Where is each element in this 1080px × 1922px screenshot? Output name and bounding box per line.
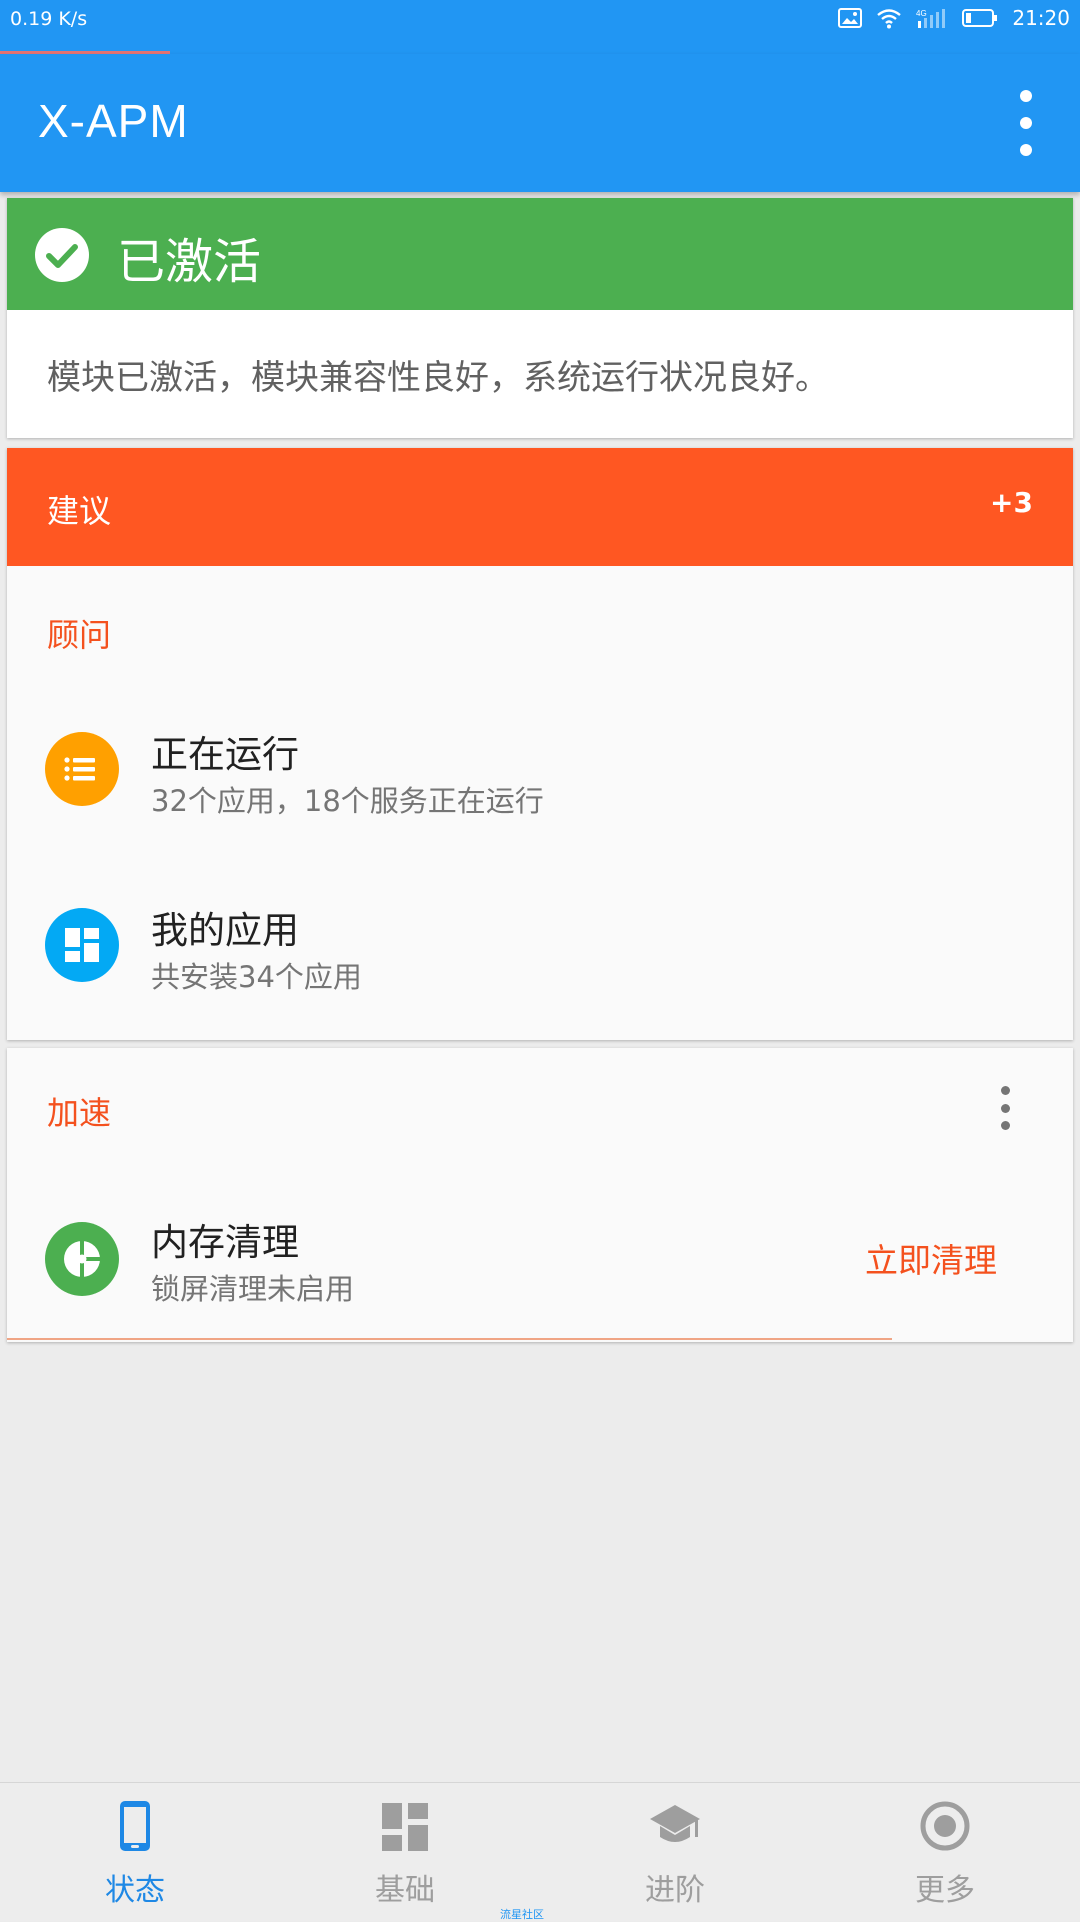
- list-item-subtitle: 32个应用，18个服务正在运行: [151, 784, 544, 818]
- list-item-subtitle: 共安装34个应用: [151, 960, 362, 994]
- tab-label: 进阶: [645, 1873, 705, 1908]
- tab-status[interactable]: 状态: [0, 1783, 270, 1921]
- suggestion-header[interactable]: 建议 +3: [7, 448, 1073, 566]
- speedup-card: 加速 内存清理 锁屏清理未启用 立即清理: [7, 1048, 1073, 1342]
- list-item-title: 正在运行: [151, 733, 299, 776]
- tab-label: 基础: [375, 1873, 435, 1908]
- app-bar: X-APM: [0, 54, 1080, 192]
- status-bar: 0.19 K/s 4G 21:20: [0, 0, 1080, 54]
- speedup-section-title: 加速: [47, 1094, 112, 1132]
- tab-basic[interactable]: 基础: [270, 1783, 540, 1921]
- image-icon: [838, 8, 863, 28]
- suggestion-card: 建议 +3 顾问 正在运行 32个应用，18个服务正在运行 我的应用 共安装34…: [7, 448, 1073, 1040]
- signal-icon: 4G: [916, 9, 946, 28]
- status-header: 已激活: [7, 198, 1073, 310]
- list-item-title: 我的应用: [151, 909, 299, 952]
- more-vert-icon[interactable]: [1002, 90, 1050, 156]
- list-item-running[interactable]: 正在运行 32个应用，18个服务正在运行: [7, 698, 1073, 838]
- tab-advanced[interactable]: 进阶: [540, 1783, 810, 1921]
- more-vert-icon[interactable]: [995, 1086, 1015, 1130]
- battery-icon: [962, 9, 998, 27]
- list-item-my-apps[interactable]: 我的应用 共安装34个应用: [7, 874, 1073, 1014]
- suggestion-title: 建议: [47, 492, 112, 530]
- net-speed: 0.19 K/s: [10, 8, 88, 30]
- clean-now-button[interactable]: 立即清理: [865, 1234, 997, 1282]
- tab-more[interactable]: 更多: [810, 1783, 1080, 1921]
- status-card[interactable]: 已激活 模块已激活，模块兼容性良好，系统运行状况良好。: [7, 198, 1073, 438]
- clean-progress: [7, 1338, 892, 1340]
- signal-label: 4G: [916, 9, 927, 18]
- phone-icon: [120, 1801, 150, 1851]
- bottom-navigation: 状态 基础 进阶 更多: [0, 1782, 1080, 1921]
- list-icon: [45, 732, 119, 806]
- status-title: 已激活: [117, 234, 262, 290]
- app-title: X-APM: [38, 95, 189, 147]
- status-description: 模块已激活，模块兼容性良好，系统运行状况良好。: [47, 358, 829, 398]
- dashboard-icon: [382, 1803, 428, 1851]
- tab-label: 更多: [915, 1873, 975, 1908]
- list-item-title: 内存清理: [151, 1221, 299, 1264]
- school-icon: [650, 1805, 700, 1842]
- list-item-subtitle: 锁屏清理未启用: [151, 1272, 355, 1306]
- tab-label: 状态: [105, 1873, 165, 1908]
- radio-button-icon: [920, 1801, 970, 1851]
- suggestion-count: +3: [990, 486, 1033, 519]
- clock: 21:20: [1012, 6, 1070, 30]
- memory-clean-icon: [45, 1222, 119, 1296]
- advisor-section-title: 顾问: [47, 616, 112, 654]
- wifi-icon: [877, 9, 902, 29]
- dashboard-icon: [45, 908, 119, 982]
- check-circle-icon: [35, 228, 89, 282]
